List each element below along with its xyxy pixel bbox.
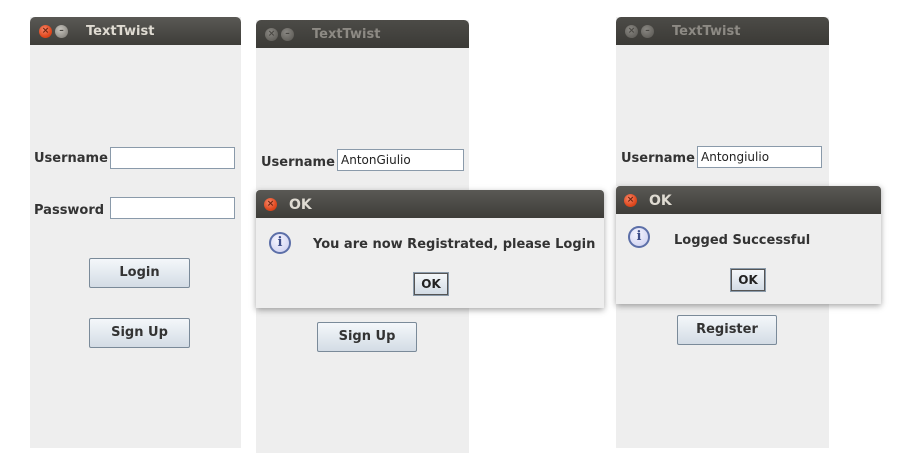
signup-button[interactable]: Sign Up [317,322,417,352]
username-input[interactable] [110,147,235,169]
window-title: TextTwist [672,24,741,39]
close-icon[interactable]: × [39,25,52,38]
username-label: Username [621,151,695,166]
dialog-message: Logged Successful [674,233,811,248]
minimize-icon[interactable]: – [55,25,68,38]
username-input[interactable] [337,149,464,171]
dialog-title: OK [289,197,312,213]
username-label: Username [261,155,335,170]
minimize-icon[interactable]: – [641,25,654,38]
signup-button[interactable]: Sign Up [89,318,190,348]
info-icon: i [628,226,650,248]
window-title: TextTwist [312,27,381,42]
minimize-icon[interactable]: – [281,28,294,41]
ok-button[interactable]: OK [730,268,766,292]
username-input[interactable] [697,146,822,168]
password-label: Password [34,203,105,218]
close-icon[interactable]: × [625,25,638,38]
close-icon[interactable]: × [264,198,277,211]
username-label: Username [34,151,108,166]
dialog-title: OK [649,193,672,209]
registration-dialog: × OK i You are now Registrated, please L… [256,190,604,308]
dialog-message: You are now Registrated, please Login [313,237,596,252]
close-icon[interactable]: × [624,194,637,207]
dialog-titlebar: × OK [616,186,881,214]
titlebar: × – TextTwist [30,17,241,45]
ok-button[interactable]: OK [413,272,449,296]
titlebar: × – TextTwist [256,20,469,48]
info-icon: i [269,232,291,254]
login-window: × – TextTwist Username Password Login Si… [30,17,241,448]
login-success-dialog: × OK i Logged Successful OK [616,186,881,304]
dialog-titlebar: × OK [256,190,604,218]
login-button[interactable]: Login [89,258,190,288]
register-button[interactable]: Register [677,315,777,345]
titlebar: × – TextTwist [616,17,829,45]
password-input[interactable] [110,197,235,219]
close-icon[interactable]: × [265,28,278,41]
window-title: TextTwist [86,24,155,39]
